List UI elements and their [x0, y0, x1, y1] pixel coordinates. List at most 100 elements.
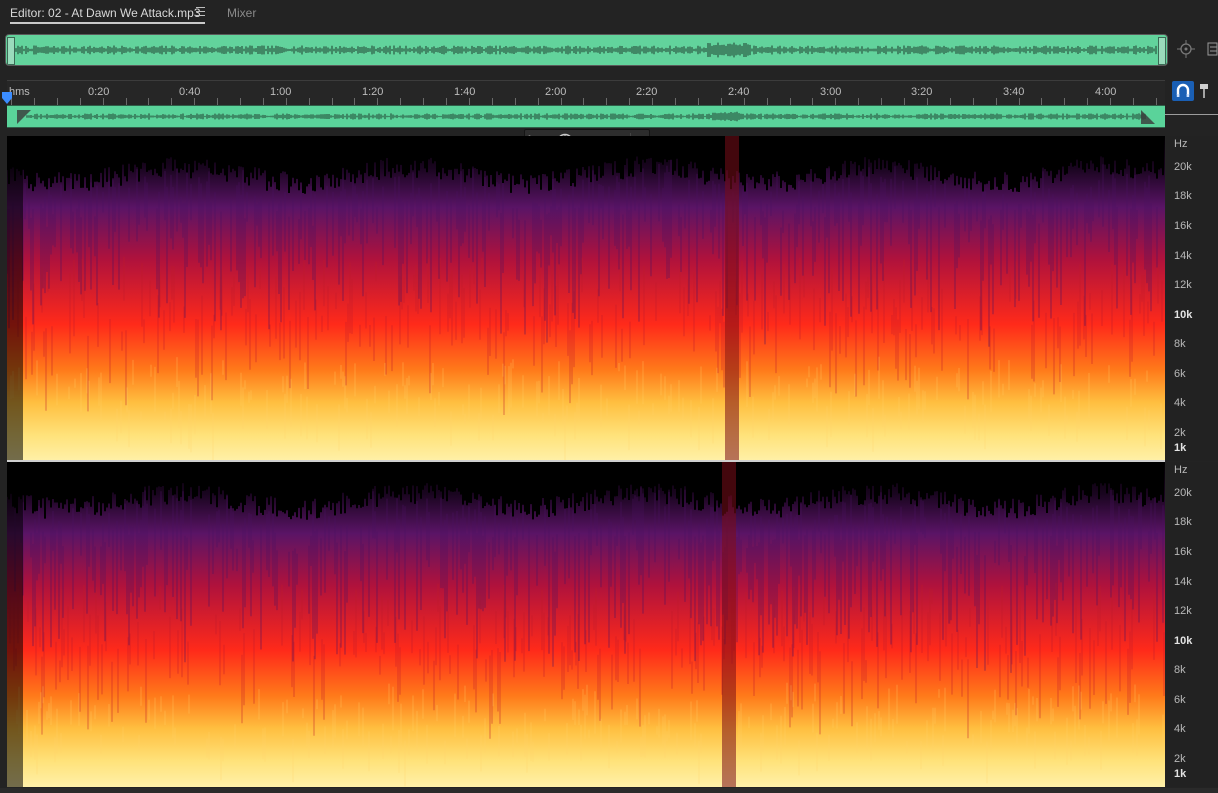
- ruler-tick: [675, 98, 676, 105]
- ruler-tick: [1133, 98, 1134, 105]
- frequency-label: 6k: [1174, 694, 1186, 706]
- ruler-tick: [1110, 98, 1111, 105]
- time-tick-label: 0:40: [179, 86, 201, 98]
- ruler-tick: [80, 98, 81, 105]
- ruler-tick: [126, 98, 127, 105]
- ruler-tick: [400, 98, 401, 105]
- frequency-label: 14k: [1174, 250, 1192, 262]
- frequency-label: 2k: [1174, 753, 1186, 765]
- ruler-tick: [354, 98, 355, 105]
- ruler-tick: [171, 98, 172, 105]
- ruler-tick: [309, 98, 310, 105]
- frequency-unit-label: Hz: [1174, 464, 1188, 476]
- ruler-tick: [606, 98, 607, 105]
- panel-menu-icon[interactable]: [1207, 40, 1218, 58]
- frequency-label: 16k: [1174, 546, 1192, 558]
- ruler-tick: [240, 98, 241, 105]
- overview-right-handle[interactable]: [1158, 37, 1166, 65]
- frequency-label: 14k: [1174, 576, 1192, 588]
- frequency-label: 1k: [1174, 768, 1187, 780]
- timeline-ruler[interactable]: hms 0:20 0:40 1:00 1:20 1:40 2:00 2:20 2…: [7, 80, 1165, 105]
- frequency-label: 1k: [1174, 442, 1187, 454]
- hamburger-icon[interactable]: [196, 7, 205, 16]
- ruler-tick: [744, 98, 745, 105]
- playhead-icon[interactable]: [2, 92, 12, 104]
- ruler-tick: [423, 98, 424, 105]
- ruler-tick: [950, 98, 951, 105]
- ruler-tick: [583, 98, 584, 105]
- ruler-tick: [1019, 98, 1020, 105]
- ruler-tick: [286, 98, 287, 105]
- frequency-label: 16k: [1174, 220, 1192, 232]
- time-tick-label: 3:00: [820, 86, 842, 98]
- frequency-label: 10k: [1174, 309, 1193, 321]
- ruler-tick: [515, 98, 516, 105]
- overview-left-handle[interactable]: [7, 37, 15, 65]
- ruler-tick: [1087, 98, 1088, 105]
- frequency-scale-left[interactable]: Hz 20k 18k 16k 14k 12k 10k 8k 6k 4k 2k 1…: [1166, 136, 1218, 461]
- ruler-tick: [973, 98, 974, 105]
- ruler-tick: [881, 98, 882, 105]
- strip-right-handle[interactable]: [1141, 106, 1155, 127]
- frequency-unit-label: Hz: [1174, 138, 1188, 150]
- ruler-tick: [1156, 98, 1157, 105]
- ruler-tick: [1064, 98, 1065, 105]
- ruler-tick: [767, 98, 768, 105]
- zoom-crosshair-icon[interactable]: [1177, 40, 1195, 58]
- tab-editor[interactable]: Editor: 02 - At Dawn We Attack.mp3: [10, 6, 201, 20]
- tab-mixer[interactable]: Mixer: [227, 6, 256, 20]
- spectral-quiet-gap: [725, 136, 739, 461]
- frequency-label: 8k: [1174, 664, 1186, 676]
- ruler-tick: [561, 98, 562, 105]
- ruler-tick: [538, 98, 539, 105]
- ruler-tick: [698, 98, 699, 105]
- spectral-display-right-channel[interactable]: [7, 462, 1165, 787]
- strip-waveform-trace: [26, 111, 1146, 122]
- frequency-label: 12k: [1174, 279, 1192, 291]
- ruler-tick: [652, 98, 653, 105]
- overview-waveform-trace: [15, 42, 1157, 58]
- strip-left-handle[interactable]: [17, 106, 31, 127]
- active-tab-indicator: [10, 22, 205, 24]
- time-unit-label: hms: [9, 86, 30, 98]
- ruler-tick: [629, 98, 630, 105]
- spectral-lead-in: [7, 136, 23, 461]
- spectral-display-left-channel[interactable]: [7, 136, 1165, 461]
- ruler-tick: [904, 98, 905, 105]
- zoomed-waveform-strip[interactable]: [7, 105, 1165, 128]
- ruler-tick: [446, 98, 447, 105]
- ruler-tick: [927, 98, 928, 105]
- ruler-tick: [812, 98, 813, 105]
- snap-magnet-icon[interactable]: [1172, 81, 1194, 101]
- frequency-label: 20k: [1174, 487, 1192, 499]
- frequency-label: 8k: [1174, 338, 1186, 350]
- spectral-lead-in: [7, 462, 23, 787]
- frequency-label: 6k: [1174, 368, 1186, 380]
- time-tick-label: 3:20: [911, 86, 933, 98]
- time-tick-label: 0:20: [88, 86, 110, 98]
- time-tick-label: 4:00: [1095, 86, 1117, 98]
- ruler-tick: [34, 98, 35, 105]
- ruler-tick: [332, 98, 333, 105]
- time-tick-label: 3:40: [1003, 86, 1025, 98]
- frequency-label: 2k: [1174, 427, 1186, 439]
- ruler-tick: [377, 98, 378, 105]
- strip-overflow-line: [1165, 114, 1218, 115]
- time-tick-label: 1:40: [454, 86, 476, 98]
- frequency-label: 18k: [1174, 516, 1192, 528]
- marker-pin-icon[interactable]: [1199, 83, 1209, 99]
- ruler-tick: [1041, 98, 1042, 105]
- frequency-scale-right[interactable]: Hz 20k 18k 16k 14k 12k 10k 8k 6k 4k 2k 1…: [1166, 462, 1218, 787]
- ruler-tick: [492, 98, 493, 105]
- time-tick-label: 2:00: [545, 86, 567, 98]
- frequency-label: 20k: [1174, 161, 1192, 173]
- time-tick-label: 2:40: [728, 86, 750, 98]
- ruler-tick: [194, 98, 195, 105]
- ruler-tick: [721, 98, 722, 105]
- frequency-label: 18k: [1174, 190, 1192, 202]
- bottom-edge: [0, 788, 1218, 793]
- frequency-label: 10k: [1174, 635, 1193, 647]
- frequency-label: 4k: [1174, 397, 1186, 409]
- spectral-quiet-gap: [722, 462, 736, 787]
- overview-waveform[interactable]: [5, 34, 1168, 66]
